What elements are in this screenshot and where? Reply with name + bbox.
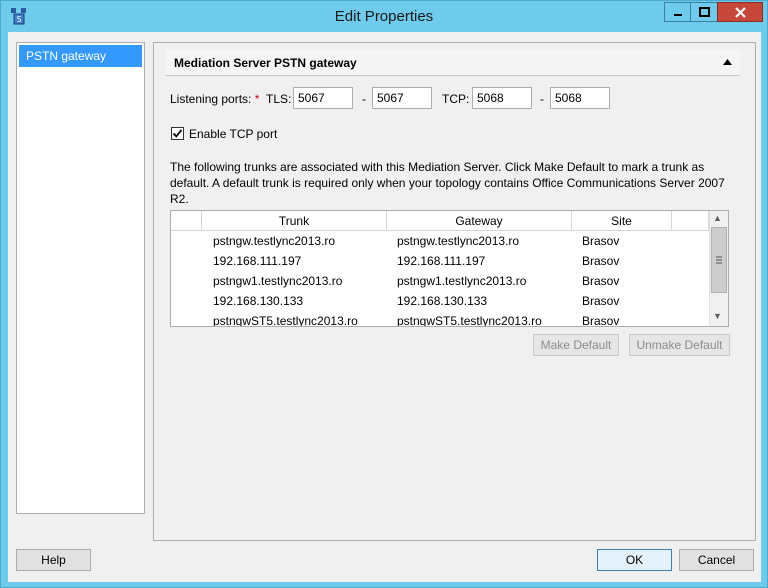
section-title: Mediation Server PSTN gateway [174,56,357,70]
row-header-corner [171,211,202,231]
site-cell: Brasov [582,314,620,327]
tcp-port-from-input[interactable] [472,87,532,109]
trunk-cell: pstngwST5.testlync2013.ro [213,314,358,327]
column-header-site[interactable]: Site [572,211,672,231]
trunk-cell: 192.168.111.197 [213,254,302,268]
gateway-cell: pstngw1.testlync2013.ro [397,274,527,288]
tcp-range-separator: - [540,92,544,106]
unmake-default-button[interactable]: Unmake Default [629,334,730,356]
gateway-cell: 192.168.111.197 [397,254,486,268]
enable-tcp-port-checkbox[interactable] [171,127,184,140]
window-title: Edit Properties [334,8,434,25]
site-cell: Brasov [582,274,620,288]
tls-port-to-input[interactable] [372,87,432,109]
ok-button[interactable]: OK [597,549,672,571]
tls-range-separator: - [362,92,366,106]
nav-item-pstn-gateway[interactable]: PSTN gateway [19,45,142,67]
site-cell: Brasov [582,254,620,268]
close-icon [734,6,746,18]
tcp-port-to-input[interactable] [550,87,610,109]
trunks-description: The following trunks are associated with… [170,160,725,206]
tcp-label: TCP: [442,92,470,106]
trunk-cell: pstngw.testlync2013.ro [213,234,336,248]
scrollbar-thumb[interactable] [711,227,727,293]
grip-icon [716,256,722,264]
trunks-table: Trunk Gateway Site pstngw.testlync2013.r… [170,210,729,327]
maximize-button[interactable] [690,2,718,22]
title-bar[interactable]: S Edit Properties [1,1,767,32]
collapse-up-arrow-icon[interactable] [723,59,732,65]
column-header-filler [672,211,709,231]
gateway-cell: 192.168.130.133 [397,294,488,308]
cancel-button[interactable]: Cancel [679,549,754,571]
make-default-button[interactable]: Make Default [533,334,619,356]
required-marker: * [254,92,260,106]
scroll-up-icon[interactable]: ▲ [713,213,722,223]
trunk-cell: 192.168.130.133 [213,294,304,308]
maximize-icon [698,7,710,17]
navigation-list: PSTN gateway [16,42,145,514]
checkmark-icon [172,129,183,138]
tls-port-from-input[interactable] [293,87,353,109]
tls-label: TLS: [266,92,292,106]
site-cell: Brasov [582,234,620,248]
listening-ports-label: Listening ports: * [170,92,260,106]
close-button[interactable] [717,2,763,22]
section-header[interactable]: Mediation Server PSTN gateway [166,50,740,76]
scroll-down-icon[interactable]: ▼ [713,311,722,321]
gateway-cell: pstngw.testlync2013.ro [397,234,520,248]
properties-panel: Mediation Server PSTN gateway Listening … [153,42,756,541]
minimize-button[interactable] [664,2,691,22]
vertical-scrollbar[interactable]: ▲ ▼ [709,211,728,326]
gateway-cell: pstngwST5.testlync2013.ro [397,314,542,327]
edit-properties-window: S Edit Properties PSTN gateway Mediation… [0,0,768,588]
dialog-client-area: PSTN gateway Mediation Server PSTN gatew… [8,32,761,582]
minimize-icon [673,14,682,16]
column-header-trunk[interactable]: Trunk [202,211,387,231]
column-header-gateway[interactable]: Gateway [387,211,572,231]
site-cell: Brasov [582,294,620,308]
help-button[interactable]: Help [16,549,91,571]
enable-tcp-port-label[interactable]: Enable TCP port [189,127,277,141]
trunk-cell: pstngw1.testlync2013.ro [213,274,343,288]
